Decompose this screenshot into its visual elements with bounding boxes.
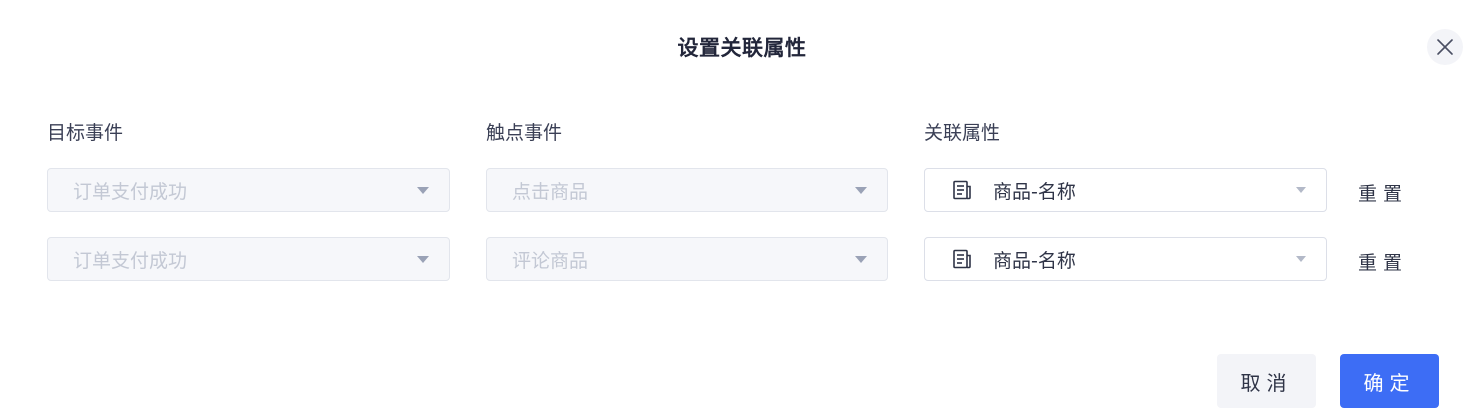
document-icon bbox=[951, 179, 973, 201]
confirm-button[interactable]: 确定 bbox=[1340, 354, 1439, 408]
cancel-label: 取消 bbox=[1240, 370, 1293, 395]
related-attribute-select[interactable]: 商品-名称 bbox=[924, 168, 1327, 212]
related-attribute-value: 商品-名称 bbox=[993, 180, 1076, 203]
target-event-value: 订单支付成功 bbox=[73, 180, 188, 203]
column-header-touchpoint-event: 触点事件 bbox=[486, 122, 563, 144]
caret-down-icon bbox=[855, 187, 867, 194]
related-attribute-select[interactable]: 商品-名称 bbox=[924, 237, 1327, 281]
caret-down-icon bbox=[855, 256, 867, 263]
confirm-label: 确定 bbox=[1363, 370, 1416, 395]
cancel-button[interactable]: 取消 bbox=[1217, 354, 1316, 408]
column-header-target-event: 目标事件 bbox=[47, 122, 124, 144]
reset-button[interactable]: 重置 bbox=[1358, 179, 1408, 206]
document-icon bbox=[951, 248, 973, 270]
target-event-value: 订单支付成功 bbox=[73, 249, 188, 272]
touchpoint-event-select: 评论商品 bbox=[486, 237, 888, 281]
set-related-attribute-dialog: 设置关联属性 目标事件 触点事件 关联属性 订单支付成功 点击商品 商品-名称 bbox=[0, 0, 1484, 420]
column-header-related-attribute: 关联属性 bbox=[924, 122, 1001, 144]
close-button[interactable] bbox=[1427, 29, 1463, 65]
caret-down-icon bbox=[417, 256, 429, 263]
caret-down-icon bbox=[1296, 256, 1306, 262]
dialog-title: 设置关联属性 bbox=[677, 36, 807, 60]
touchpoint-event-value: 点击商品 bbox=[512, 180, 589, 203]
related-attribute-value: 商品-名称 bbox=[993, 249, 1076, 272]
close-icon bbox=[1437, 39, 1453, 55]
target-event-select: 订单支付成功 bbox=[47, 168, 450, 212]
touchpoint-event-select: 点击商品 bbox=[486, 168, 888, 212]
caret-down-icon bbox=[1296, 187, 1306, 193]
reset-button[interactable]: 重置 bbox=[1358, 248, 1408, 275]
target-event-select: 订单支付成功 bbox=[47, 237, 450, 281]
touchpoint-event-value: 评论商品 bbox=[512, 249, 589, 272]
caret-down-icon bbox=[417, 187, 429, 194]
